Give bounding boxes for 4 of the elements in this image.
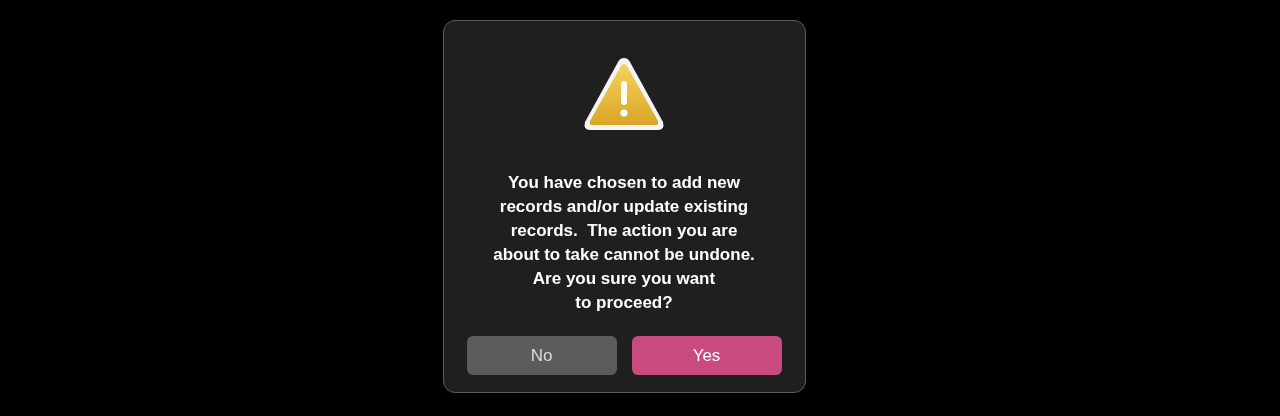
cancel-button[interactable]: No <box>466 336 617 375</box>
warning-icon <box>582 55 666 133</box>
confirm-button[interactable]: Yes <box>631 336 782 375</box>
alert-message: You have chosen to add new records and/or update existing records. The action you are about to take cannot be undone. Are you sure you want to proceed? <box>493 172 755 314</box>
